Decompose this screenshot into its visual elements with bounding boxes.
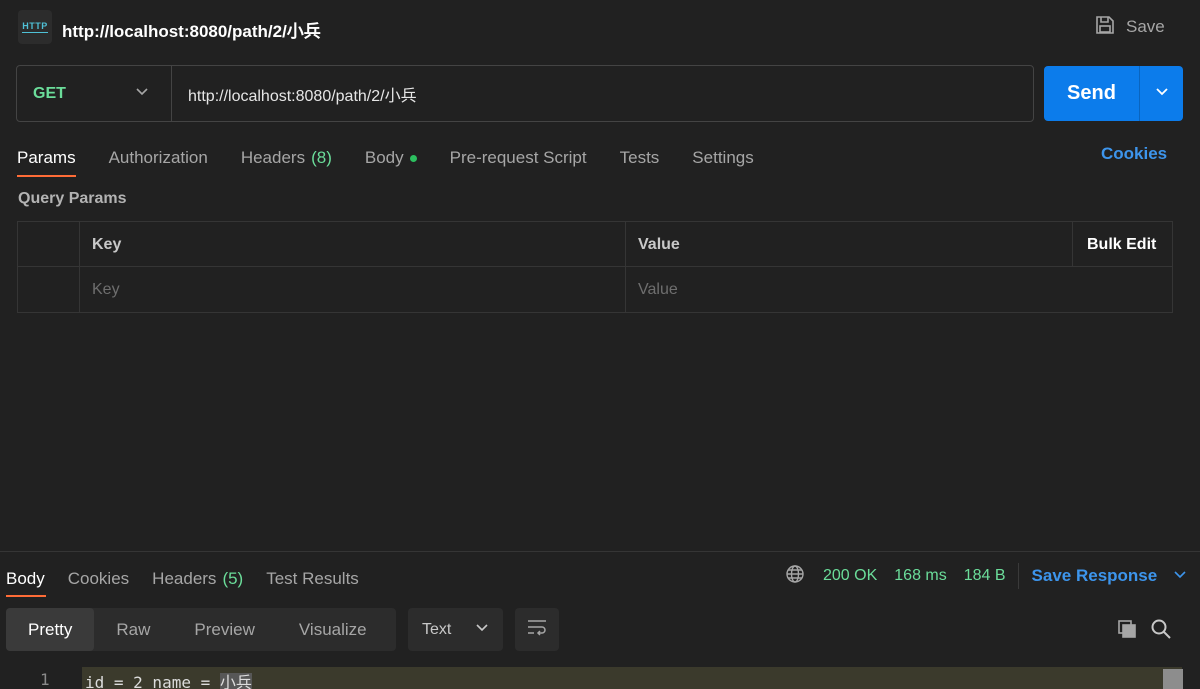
response-divider[interactable] — [0, 551, 1200, 552]
format-select[interactable]: Text — [408, 608, 503, 651]
scrollbar-thumb[interactable] — [1163, 669, 1183, 689]
copy-icon[interactable] — [1116, 618, 1138, 645]
checkbox-column-header — [18, 222, 80, 267]
query-params-table: Key Value Bulk Edit Key Value — [17, 221, 1173, 313]
tab-authorization[interactable]: Authorization — [109, 140, 208, 176]
save-icon — [1094, 14, 1116, 41]
response-tab-headers[interactable]: Headers (5) — [152, 561, 243, 597]
response-body-editor[interactable]: 1 id = 2 name = 小兵 — [0, 667, 1200, 689]
response-tab-body[interactable]: Body — [6, 561, 46, 597]
request-title[interactable]: http://localhost:8080/path/2/小兵 — [62, 17, 321, 42]
tab-body[interactable]: Body — [365, 140, 417, 176]
status-divider — [1017, 563, 1019, 589]
http-request-icon: HTTP — [18, 10, 52, 44]
tab-tests[interactable]: Tests — [620, 140, 660, 176]
chevron-down-icon — [1155, 84, 1169, 103]
response-tab-test-results[interactable]: Test Results — [266, 561, 359, 597]
save-label: Save — [1126, 17, 1165, 36]
response-status-bar: 200 OK 168 ms 184 B Save Response — [785, 563, 1188, 589]
code-line[interactable]: id = 2 name = 小兵 — [85, 669, 252, 689]
chevron-down-icon — [1173, 566, 1187, 586]
format-label: Text — [422, 620, 452, 638]
value-input[interactable]: Value — [626, 267, 1073, 312]
request-tabs: Params Authorization Headers (8) Body Pre… — [17, 140, 787, 180]
response-headers-count: (5) — [222, 569, 244, 588]
response-time[interactable]: 168 ms — [894, 567, 946, 585]
wrap-lines-button[interactable] — [515, 608, 559, 651]
bulk-edit-button[interactable]: Bulk Edit — [1073, 222, 1173, 267]
save-response-button[interactable]: Save Response — [1032, 566, 1188, 586]
tab-params[interactable]: Params — [17, 140, 76, 177]
key-input[interactable]: Key — [80, 267, 626, 312]
method-select[interactable]: GET — [17, 66, 172, 121]
chevron-down-icon — [475, 620, 489, 639]
cookies-link[interactable]: Cookies — [1101, 144, 1167, 164]
wrap-lines-icon — [526, 617, 548, 642]
request-header: HTTP http://localhost:8080/path/2/小兵 Sav… — [0, 0, 1200, 54]
key-column-header: Key — [80, 222, 626, 267]
tab-pre-request-script[interactable]: Pre-request Script — [450, 140, 587, 176]
tab-headers[interactable]: Headers (8) — [241, 140, 332, 176]
selected-text: 小兵 — [219, 673, 252, 689]
value-column-header: Value — [626, 222, 1073, 267]
table-header-row: Key Value Bulk Edit — [18, 222, 1172, 267]
table-row: Key Value — [18, 267, 1172, 312]
method-label: GET — [33, 84, 66, 102]
body-indicator-dot — [409, 154, 417, 162]
search-icon[interactable] — [1150, 618, 1172, 645]
save-button[interactable]: Save — [1094, 14, 1165, 40]
headers-count: (8) — [311, 148, 332, 167]
url-input[interactable]: http://localhost:8080/path/2/小兵 — [172, 66, 1033, 121]
status-code[interactable]: 200 OK — [823, 567, 877, 585]
send-button-group: Send — [1044, 66, 1183, 121]
response-tabs: Body Cookies Headers (5) Test Results — [6, 561, 382, 597]
url-bar: GET http://localhost:8080/path/2/小兵 — [16, 65, 1034, 122]
response-tab-cookies[interactable]: Cookies — [68, 561, 129, 597]
view-preview-button[interactable]: Preview — [172, 608, 276, 651]
chevron-down-icon — [135, 84, 149, 103]
view-visualize-button[interactable]: Visualize — [277, 608, 389, 651]
query-params-title: Query Params — [18, 190, 127, 207]
view-pretty-button[interactable]: Pretty — [6, 608, 95, 651]
send-button[interactable]: Send — [1044, 66, 1140, 121]
send-options-button[interactable] — [1140, 66, 1183, 121]
tab-settings[interactable]: Settings — [692, 140, 753, 176]
globe-icon[interactable] — [785, 564, 805, 589]
line-number: 1 — [40, 670, 50, 689]
response-size[interactable]: 184 B — [964, 567, 1006, 585]
row-checkbox-cell — [18, 267, 80, 312]
view-raw-button[interactable]: Raw — [94, 608, 172, 651]
view-mode-toggle: Pretty Raw Preview Visualize — [6, 608, 396, 651]
